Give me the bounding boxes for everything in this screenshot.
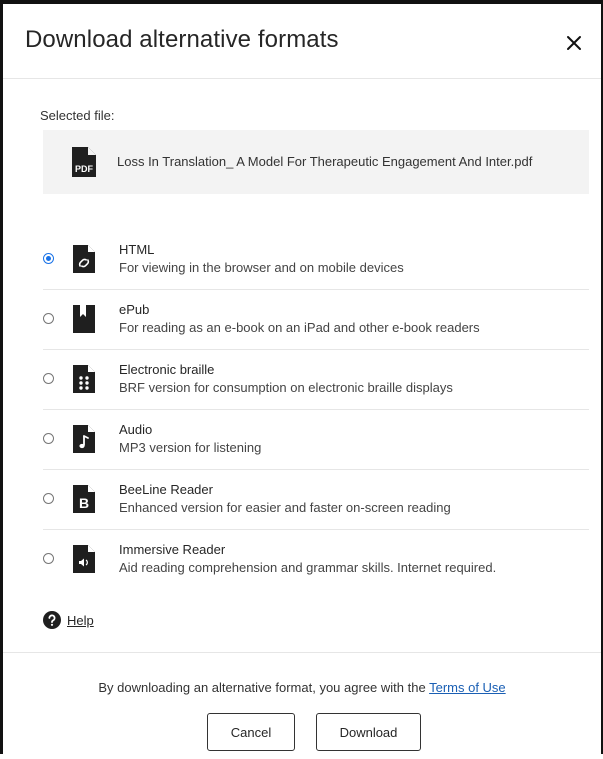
terms-of-use-link[interactable]: Terms of Use — [429, 680, 506, 695]
selected-file-name: Loss In Translation_ A Model For Therape… — [117, 154, 533, 169]
selected-file-box: PDF Loss In Translation_ A Model For The… — [43, 130, 589, 194]
option-epub-desc: For reading as an e-book on an iPad and … — [119, 320, 480, 335]
option-braille[interactable]: Electronic braille BRF version for consu… — [43, 350, 589, 410]
radio-html[interactable] — [43, 253, 54, 264]
music-note-icon — [73, 425, 95, 453]
close-button[interactable] — [563, 32, 585, 54]
terms-agreement-text: By downloading an alternative format, yo… — [98, 680, 426, 695]
radio-audio[interactable] — [43, 433, 54, 444]
question-circle-icon — [43, 611, 61, 629]
download-dialog: Download alternative formats Selected fi… — [0, 0, 603, 754]
format-options: HTML For viewing in the browser and on m… — [43, 230, 589, 589]
svg-text:PDF: PDF — [75, 164, 94, 174]
selected-file-label: Selected file: — [40, 108, 115, 123]
pdf-icon: PDF — [72, 147, 96, 177]
option-epub[interactable]: ePub For reading as an e-book on an iPad… — [43, 290, 589, 350]
radio-epub[interactable] — [43, 313, 54, 324]
option-html-desc: For viewing in the browser and on mobile… — [119, 260, 404, 275]
option-beeline[interactable]: B BeeLine Reader Enhanced version for ea… — [43, 470, 589, 530]
svg-text:B: B — [79, 495, 89, 511]
terms-agreement: By downloading an alternative format, yo… — [3, 680, 601, 695]
option-immersive[interactable]: Immersive Reader Aid reading comprehensi… — [43, 530, 589, 589]
speaker-icon — [73, 545, 95, 573]
option-epub-name: ePub — [119, 302, 150, 317]
beeline-b-icon: B — [73, 485, 95, 513]
option-immersive-desc: Aid reading comprehension and grammar sk… — [119, 560, 497, 575]
help-link[interactable]: Help — [67, 613, 94, 628]
option-beeline-desc: Enhanced version for easier and faster o… — [119, 500, 451, 515]
option-beeline-name: BeeLine Reader — [119, 482, 213, 497]
option-audio-name: Audio — [119, 422, 153, 437]
dialog-footer: By downloading an alternative format, yo… — [3, 652, 601, 759]
option-audio[interactable]: Audio MP3 version for listening — [43, 410, 589, 470]
dialog-header: Download alternative formats — [3, 4, 601, 79]
radio-beeline[interactable] — [43, 493, 54, 504]
option-braille-name: Electronic braille — [119, 362, 215, 377]
braille-icon — [73, 365, 95, 393]
html-link-icon — [73, 245, 95, 273]
option-html[interactable]: HTML For viewing in the browser and on m… — [43, 230, 589, 290]
close-icon — [567, 36, 581, 50]
help-row: Help — [43, 610, 94, 630]
download-button[interactable]: Download — [316, 713, 421, 751]
option-braille-desc: BRF version for consumption on electroni… — [119, 380, 453, 395]
dialog-title: Download alternative formats — [25, 26, 339, 53]
bookmark-icon — [73, 305, 95, 333]
option-immersive-name: Immersive Reader — [119, 542, 226, 557]
cancel-button[interactable]: Cancel — [207, 713, 295, 751]
radio-immersive[interactable] — [43, 553, 54, 564]
option-audio-desc: MP3 version for listening — [119, 440, 262, 455]
option-html-name: HTML — [119, 242, 155, 257]
radio-braille[interactable] — [43, 373, 54, 384]
